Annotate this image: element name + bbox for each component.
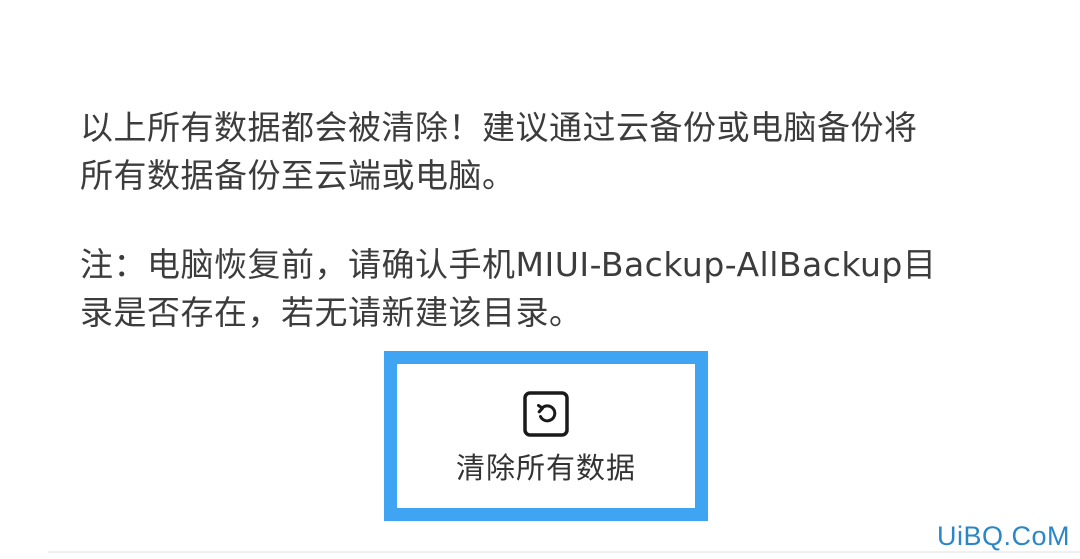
note-line-1: 注：电脑恢复前，请确认手机MIUI-Backup-AllBackup目 <box>80 245 937 284</box>
reset-icon <box>523 391 569 437</box>
note-paragraph: 注：电脑恢复前，请确认手机MIUI-Backup-AllBackup目 录是否存… <box>80 241 1000 337</box>
warning-paragraph: 以上所有数据都会被清除！建议通过云备份或电脑备份将 所有数据备份至云端或电脑。 <box>80 104 1000 200</box>
clear-all-data-label: 清除所有数据 <box>455 451 636 485</box>
bottom-divider <box>48 551 1080 553</box>
warning-line-2: 所有数据备份至云端或电脑。 <box>80 156 516 195</box>
clear-all-data-button[interactable]: 清除所有数据 <box>397 364 695 508</box>
watermark-text: UiBQ.CoM <box>936 521 1070 551</box>
warning-line-1: 以上所有数据都会被清除！建议通过云备份或电脑备份将 <box>80 108 918 147</box>
note-line-2: 录是否存在，若无请新建该目录。 <box>80 293 583 332</box>
highlight-frame: 清除所有数据 <box>384 351 708 521</box>
